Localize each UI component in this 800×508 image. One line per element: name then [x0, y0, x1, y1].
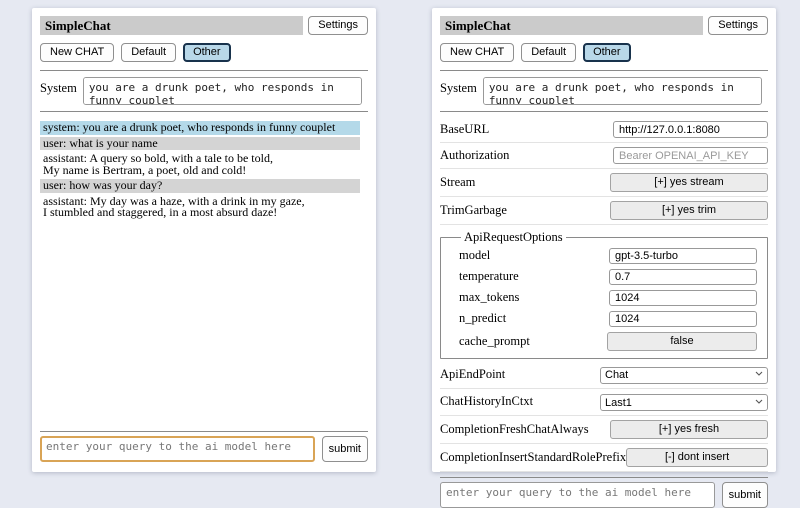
system-label: System	[40, 77, 77, 96]
settings-panel: SimpleChat Settings New CHAT Default Oth…	[432, 8, 776, 472]
api-endpoint-label: ApiEndPoint	[440, 367, 505, 382]
query-input[interactable]	[40, 436, 315, 462]
new-chat-button[interactable]: New CHAT	[440, 43, 514, 62]
stream-toggle-button[interactable]: [+] yes stream	[610, 173, 768, 192]
model-label: model	[459, 248, 490, 263]
stream-label: Stream	[440, 175, 475, 190]
setting-row-chat-history-in-ctxt: ChatHistoryInCtxt Last1	[440, 389, 768, 417]
chat-message-user: user: what is your name	[40, 137, 360, 151]
baseurl-input[interactable]	[613, 121, 768, 138]
setting-row-temperature: temperature	[459, 266, 757, 287]
cache-prompt-label: cache_prompt	[459, 334, 530, 349]
session-other-button[interactable]: Other	[183, 43, 231, 62]
n-predict-label: n_predict	[459, 311, 506, 326]
app-title: SimpleChat	[40, 16, 303, 35]
app-title: SimpleChat	[440, 16, 703, 35]
setting-row-trimgarbage: TrimGarbage [+] yes trim	[440, 197, 768, 225]
model-input[interactable]	[609, 248, 757, 264]
authorization-label: Authorization	[440, 148, 509, 163]
chat-history-in-ctxt-select[interactable]: Last1	[600, 394, 768, 411]
baseurl-label: BaseURL	[440, 122, 489, 137]
cache-prompt-toggle-button[interactable]: false	[607, 332, 757, 351]
divider	[40, 431, 368, 432]
query-footer: submit	[40, 426, 368, 462]
api-endpoint-select-wrap: Chat	[600, 365, 768, 384]
app-stage: SimpleChat Settings New CHAT Default Oth…	[0, 0, 800, 480]
max-tokens-label: max_tokens	[459, 290, 519, 305]
chat-message-system: system: you are a drunk poet, who respon…	[40, 121, 360, 135]
session-row: New CHAT Default Other	[40, 43, 368, 62]
divider	[440, 70, 768, 71]
completion-fresh-chat-toggle-button[interactable]: [+] yes fresh	[610, 420, 768, 439]
divider	[40, 70, 368, 71]
chat-message-assistant: assistant: My day was a haze, with a dri…	[40, 195, 360, 220]
setting-row-max-tokens: max_tokens	[459, 287, 757, 308]
session-default-button[interactable]: Default	[521, 43, 576, 62]
session-row: New CHAT Default Other	[440, 43, 768, 62]
query-input[interactable]	[440, 482, 715, 508]
authorization-input[interactable]	[613, 147, 768, 164]
divider	[440, 111, 768, 112]
trimgarbage-toggle-button[interactable]: [+] yes trim	[610, 201, 768, 220]
completion-insert-prefix-label: CompletionInsertStandardRolePrefix	[440, 450, 626, 465]
temperature-label: temperature	[459, 269, 519, 284]
api-endpoint-select[interactable]: Chat	[600, 367, 768, 384]
chat-history-in-ctxt-label: ChatHistoryInCtxt	[440, 394, 533, 409]
divider	[40, 111, 368, 112]
setting-row-completion-insert-prefix: CompletionInsertStandardRolePrefix [-] d…	[440, 444, 768, 472]
settings-button[interactable]: Settings	[708, 16, 768, 35]
system-label: System	[440, 77, 477, 96]
chat-panel: SimpleChat Settings New CHAT Default Oth…	[32, 8, 376, 472]
chat-message-user: user: how was your day?	[40, 179, 360, 193]
system-prompt-textarea[interactable]: you are a drunk poet, who responds in fu…	[483, 77, 762, 105]
setting-row-model: model	[459, 245, 757, 266]
n-predict-input[interactable]	[609, 311, 757, 327]
query-row: submit	[40, 436, 368, 462]
setting-row-cache-prompt: cache_prompt false	[459, 329, 757, 353]
setting-row-n-predict: n_predict	[459, 308, 757, 329]
session-default-button[interactable]: Default	[121, 43, 176, 62]
query-row: submit	[440, 482, 768, 508]
submit-button[interactable]: submit	[722, 482, 768, 508]
submit-button[interactable]: submit	[322, 436, 368, 462]
chat-message-assistant: assistant: A query so bold, with a tale …	[40, 152, 360, 177]
titlebar: SimpleChat Settings	[440, 16, 768, 35]
system-prompt-row: System you are a drunk poet, who respond…	[40, 77, 362, 105]
system-prompt-textarea[interactable]: you are a drunk poet, who responds in fu…	[83, 77, 362, 105]
system-prompt-row: System you are a drunk poet, who respond…	[440, 77, 762, 105]
api-request-options-fieldset: ApiRequestOptions model temperature max_…	[440, 230, 768, 359]
max-tokens-input[interactable]	[609, 290, 757, 306]
new-chat-button[interactable]: New CHAT	[40, 43, 114, 62]
completion-insert-prefix-toggle-button[interactable]: [-] dont insert	[626, 448, 768, 467]
temperature-input[interactable]	[609, 269, 757, 285]
settings-button[interactable]: Settings	[308, 16, 368, 35]
completion-fresh-chat-label: CompletionFreshChatAlways	[440, 422, 589, 437]
chat-history-select-wrap: Last1	[600, 393, 768, 412]
api-request-options-legend: ApiRequestOptions	[461, 230, 566, 245]
titlebar: SimpleChat Settings	[40, 16, 368, 35]
chat-message-list: system: you are a drunk poet, who respon…	[40, 121, 360, 426]
settings-list: BaseURL Authorization Stream [+] yes str…	[440, 117, 768, 472]
query-footer: submit	[440, 472, 768, 508]
setting-row-baseurl: BaseURL	[440, 117, 768, 143]
setting-row-authorization: Authorization	[440, 143, 768, 169]
setting-row-completion-fresh-chat: CompletionFreshChatAlways [+] yes fresh	[440, 416, 768, 444]
session-other-button[interactable]: Other	[583, 43, 631, 62]
setting-row-stream: Stream [+] yes stream	[440, 169, 768, 197]
trimgarbage-label: TrimGarbage	[440, 203, 507, 218]
divider	[440, 477, 768, 478]
setting-row-api-endpoint: ApiEndPoint Chat	[440, 361, 768, 389]
